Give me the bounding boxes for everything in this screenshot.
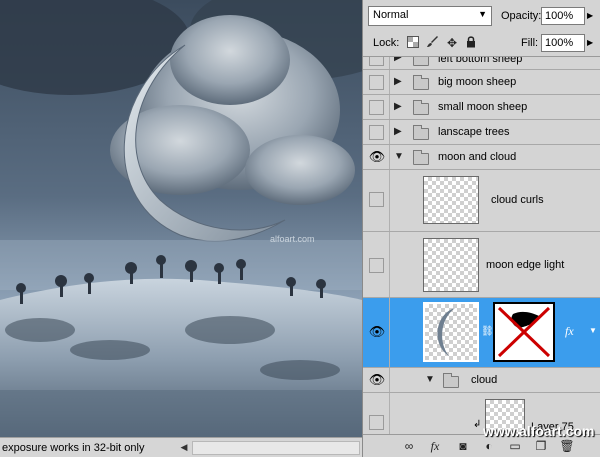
lock-label: Lock: [373, 37, 400, 49]
adjustment-layer-icon[interactable]: ◐ [481, 438, 497, 454]
visibility-toggle[interactable] [369, 258, 384, 273]
new-group-icon[interactable]: ▭ [507, 438, 523, 454]
fill-label: Fill: [521, 37, 539, 49]
folder-icon [413, 75, 429, 90]
lock-all-icon[interactable] [464, 36, 478, 50]
folder-icon [413, 100, 429, 115]
expand-triangle-icon[interactable]: ▶ [394, 57, 402, 63]
eye-icon[interactable]: 👁 [368, 373, 386, 387]
fill-dropdown-icon[interactable]: ▶ [587, 38, 593, 47]
site-watermark: www.alfoart.com [483, 423, 595, 439]
collapse-triangle-icon[interactable]: ▼ [394, 151, 404, 162]
layer-thumbnail[interactable] [423, 238, 479, 292]
layers-list[interactable]: ▶ left bottom sheep ▶ big moon sheep ▶ s… [363, 56, 600, 434]
layer-name: moon edge light [486, 259, 565, 271]
lock-transparent-icon[interactable] [406, 36, 420, 50]
blend-mode-select[interactable]: Normal ▼ [368, 6, 492, 26]
collapse-triangle-icon[interactable]: ▼ [425, 374, 435, 385]
clipping-arrow-icon: ↲ [473, 419, 482, 430]
lock-brush-icon[interactable] [426, 36, 440, 50]
layer-name: cloud curls [491, 194, 544, 206]
expand-triangle-icon[interactable]: ▶ [394, 126, 402, 137]
trash-icon[interactable]: 🗑 [559, 438, 575, 454]
visibility-toggle[interactable] [369, 75, 384, 90]
opacity-label: Opacity: [501, 10, 542, 22]
layer-row[interactable]: ▶ small moon sheep [363, 95, 600, 120]
lock-move-icon[interactable]: ✥ [445, 36, 459, 50]
layer-row-selected[interactable]: 👁 ⛓ fx ▼ [363, 298, 600, 368]
folder-icon [413, 57, 429, 66]
expand-triangle-icon[interactable]: ▶ [394, 101, 402, 112]
lock-fill-row: Lock: ✥ Fill: 100% ▶ [363, 32, 600, 56]
document-canvas[interactable]: alfoart.com exposure works in 32-bit onl… [0, 0, 362, 457]
effects-dropdown-icon[interactable]: ▼ [589, 326, 597, 335]
expand-triangle-icon[interactable]: ▶ [394, 76, 402, 87]
visibility-toggle[interactable] [369, 192, 384, 207]
layer-name: left bottom sheep [438, 56, 523, 65]
layer-name: cloud [471, 374, 498, 386]
visibility-toggle[interactable] [369, 57, 384, 66]
layer-row[interactable]: ▶ lanscape trees [363, 120, 600, 145]
layer-row[interactable]: 👁 ▼ moon and cloud [363, 145, 600, 170]
link-layers-icon[interactable]: ∞ [401, 438, 417, 454]
new-layer-icon[interactable]: ❐ [533, 438, 549, 454]
folder-icon [413, 150, 429, 165]
layers-panel: Normal ▼ Opacity: 100% ▶ Lock: ✥ Fill: 1… [362, 0, 600, 457]
status-text: exposure works in 32-bit only [2, 441, 145, 454]
chevron-down-icon: ▼ [478, 9, 487, 19]
visibility-toggle[interactable] [369, 100, 384, 115]
horizontal-scrollbar[interactable] [192, 441, 360, 455]
opacity-dropdown-icon[interactable]: ▶ [587, 11, 593, 20]
layer-name: big moon sheep [438, 76, 517, 88]
folder-icon [443, 373, 459, 388]
add-style-icon[interactable]: fx [427, 438, 443, 454]
opacity-input[interactable]: 100% [541, 7, 585, 25]
add-mask-icon[interactable]: ◙ [455, 438, 471, 454]
layer-name: lanscape trees [438, 126, 510, 138]
layer-row[interactable]: ▶ big moon sheep [363, 70, 600, 95]
layer-row[interactable]: cloud curls [363, 170, 600, 232]
layer-name: small moon sheep [438, 101, 528, 113]
canvas-artwork: alfoart.com [0, 0, 362, 437]
blend-opacity-row: Normal ▼ Opacity: 100% ▶ [363, 0, 600, 32]
layer-name: moon and cloud [438, 151, 517, 163]
blend-mode-value: Normal [373, 9, 409, 21]
visibility-toggle[interactable] [369, 415, 384, 430]
eye-icon[interactable]: 👁 [368, 325, 386, 339]
fill-input[interactable]: 100% [541, 34, 585, 52]
layer-row[interactable]: ▶ left bottom sheep [363, 56, 600, 70]
status-arrow-icon[interactable]: ◀ [178, 441, 190, 454]
layer-thumbnail[interactable] [423, 176, 479, 224]
status-bar: exposure works in 32-bit only ◀ [0, 437, 362, 457]
layer-row[interactable]: moon edge light [363, 232, 600, 298]
layer-mask-thumbnail[interactable] [493, 302, 555, 362]
eye-icon[interactable]: 👁 [368, 150, 386, 164]
fx-icon[interactable]: fx [565, 324, 574, 339]
chain-link-icon[interactable]: ⛓ [481, 326, 494, 337]
visibility-toggle[interactable] [369, 125, 384, 140]
folder-icon [413, 125, 429, 140]
layer-thumbnail[interactable] [423, 302, 479, 362]
layer-row[interactable]: 👁 ▼ cloud [363, 368, 600, 393]
canvas-watermark: alfoart.com [270, 234, 315, 244]
